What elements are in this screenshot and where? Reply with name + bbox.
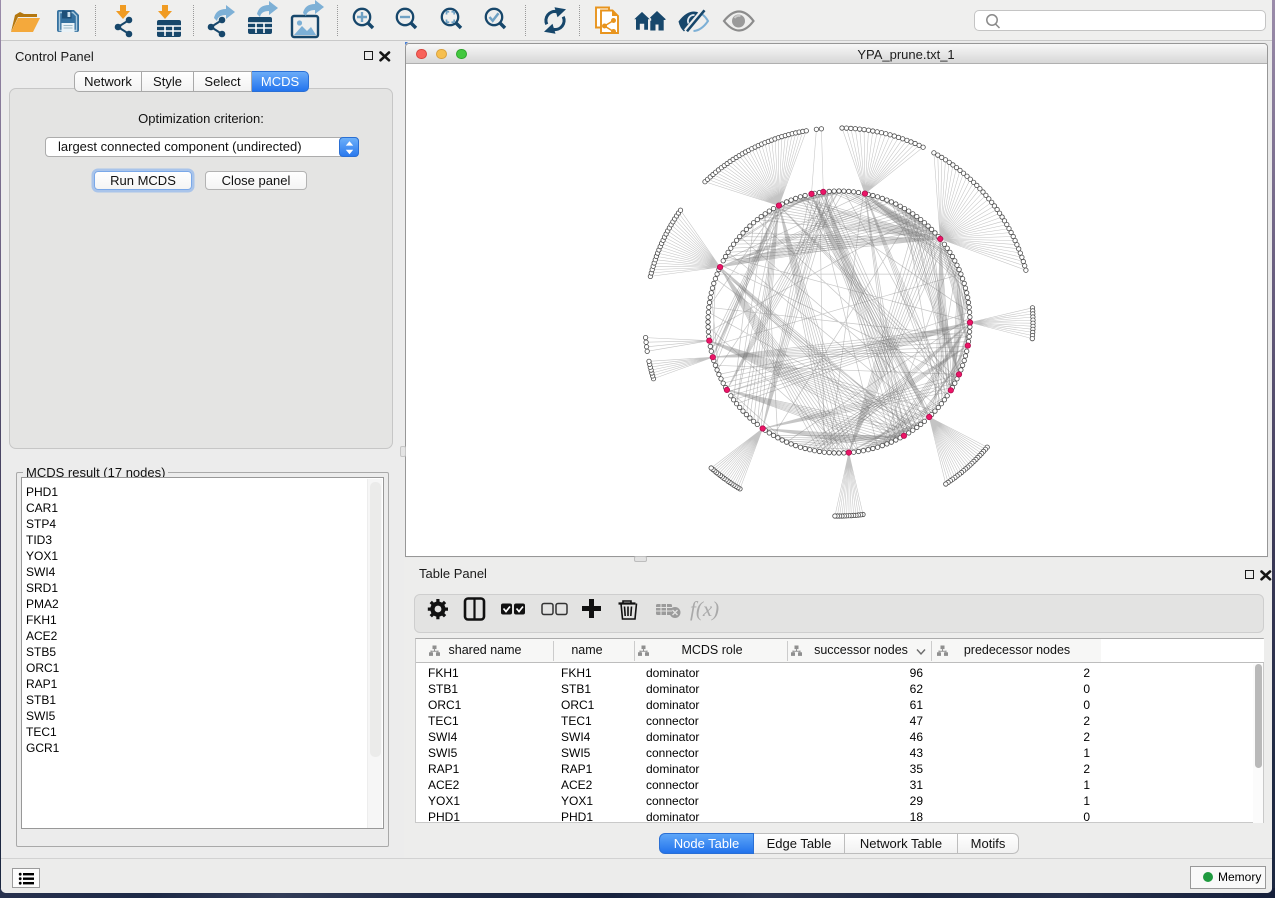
svg-text:f(x): f(x) [690, 597, 719, 621]
